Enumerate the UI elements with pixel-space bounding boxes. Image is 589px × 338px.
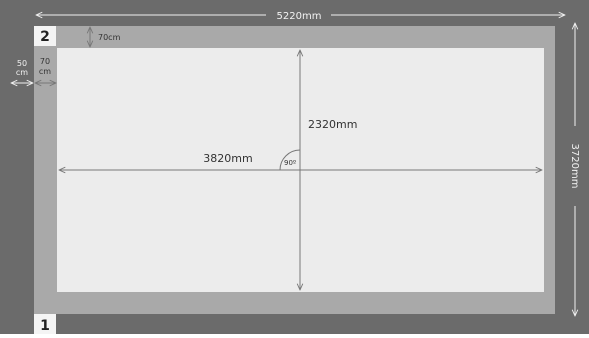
floor-plan-diagram: 2 1 5220mm 3720mm 70cm 50 cm 70 cm 3820m… [0, 0, 589, 334]
marker-top-label: 2 [40, 29, 50, 45]
inner-left-margin-unit: cm [39, 67, 51, 76]
inner-left-margin-value: 70 [40, 57, 50, 66]
outer-left-margin-unit: cm [16, 68, 28, 77]
floor-plan-svg: 2 1 5220mm 3720mm 70cm 50 cm 70 cm 3820m… [0, 0, 589, 334]
field-width-label: 3820mm [203, 152, 252, 165]
outer-left-margin-value: 50 [17, 59, 27, 68]
total-height-label: 3720mm [569, 144, 580, 189]
total-width-label: 5220mm [277, 11, 322, 22]
field-height-label: 2320mm [308, 118, 357, 131]
inner-top-margin-label: 70cm [98, 33, 121, 42]
right-angle-label: 90º [284, 159, 296, 167]
marker-bottom-label: 1 [40, 318, 50, 334]
